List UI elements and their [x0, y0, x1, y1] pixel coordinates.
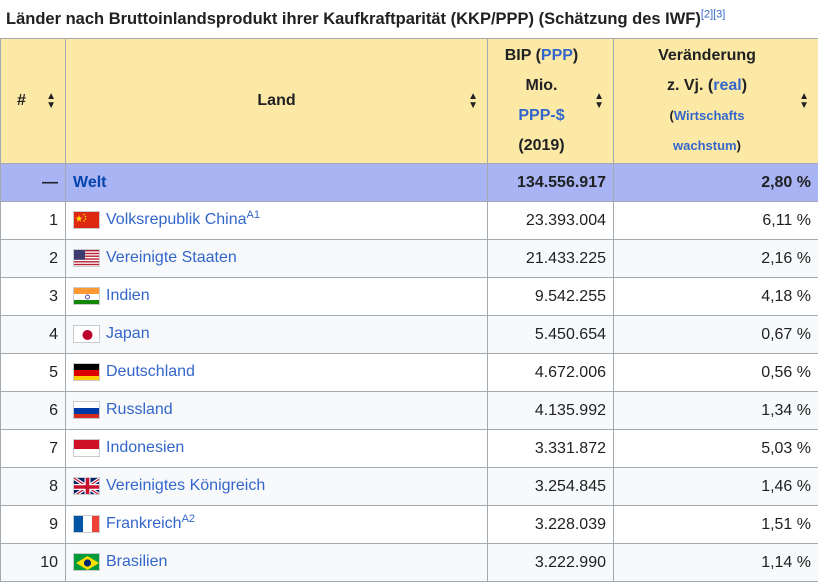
bip-cell: 4.672.006 [488, 354, 614, 392]
change-cell: 5,03 % [614, 430, 818, 468]
gdp-ppp-table: # ▲▼ Land ▲▼ BIP (PPP) Mio. PPP-$ (2019)… [0, 38, 818, 582]
country-cell: Brasilien [66, 544, 488, 582]
bip-cell: 21.433.225 [488, 240, 614, 278]
flag-in-icon[interactable] [73, 287, 100, 305]
reference-link-3[interactable]: [3] [713, 9, 725, 21]
rank-cell: 3 [1, 278, 66, 316]
country-link[interactable]: Brasilien [106, 554, 167, 571]
rank-cell: 8 [1, 468, 66, 506]
country-link-welt[interactable]: Welt [73, 174, 106, 191]
column-header-bip[interactable]: BIP (PPP) Mio. PPP-$ (2019) ▲▼ [488, 39, 614, 164]
bip-cell: 5.450.654 [488, 316, 614, 354]
ppp-dollar-link[interactable]: PPP-$ [518, 107, 564, 124]
rank-cell: 6 [1, 392, 66, 430]
country-link[interactable]: Japan [106, 326, 150, 343]
real-link[interactable]: real [713, 77, 741, 94]
bip-cell: 3.331.872 [488, 430, 614, 468]
annotation-link[interactable]: A1 [247, 209, 260, 221]
caption-refs: [2][3] [701, 9, 725, 21]
flag-de-icon[interactable] [73, 363, 100, 381]
bip-cell: 4.135.992 [488, 392, 614, 430]
change-cell: 0,67 % [614, 316, 818, 354]
rank-cell: 1 [1, 202, 66, 240]
table-row-world: — Welt 134.556.917 2,80 % [1, 164, 818, 202]
country-link[interactable]: Indien [106, 288, 150, 305]
rank-cell: 4 [1, 316, 66, 354]
country-cell: Vereinigtes Königreich [66, 468, 488, 506]
column-header-rank[interactable]: # ▲▼ [1, 39, 66, 164]
country-cell: Indonesien [66, 430, 488, 468]
sort-icon[interactable]: ▲▼ [468, 92, 478, 110]
country-cell: Deutschland [66, 354, 488, 392]
rank-cell: 9 [1, 506, 66, 544]
change-cell: 2,80 % [614, 164, 818, 202]
wirtschaftswachstum-link[interactable]: Wirtschafts [674, 108, 745, 123]
country-cell: Japan [66, 316, 488, 354]
change-cell: 0,56 % [614, 354, 818, 392]
rank-cell: 7 [1, 430, 66, 468]
rank-cell: — [1, 164, 66, 202]
bip-cell: 3.254.845 [488, 468, 614, 506]
sort-icon[interactable]: ▲▼ [46, 92, 56, 110]
annotation-link[interactable]: A2 [182, 513, 195, 525]
change-cell: 1,51 % [614, 506, 818, 544]
table-row: 5 Deutschland 4.672.0060,56 % [1, 354, 818, 392]
ppp-link[interactable]: PPP [541, 47, 573, 64]
country-link[interactable]: Vereinigtes Königreich [106, 478, 265, 495]
country-link[interactable]: Russland [106, 402, 173, 419]
flag-fr-icon[interactable] [73, 515, 100, 533]
bip-cell: 3.222.990 [488, 544, 614, 582]
country-cell: Russland [66, 392, 488, 430]
flag-us-icon[interactable] [73, 249, 100, 267]
sort-icon[interactable]: ▲▼ [799, 92, 809, 110]
bip-cell: 9.542.255 [488, 278, 614, 316]
country-link[interactable]: Vereinigte Staaten [106, 250, 237, 267]
flag-id-icon[interactable] [73, 439, 100, 457]
country-cell: Volksrepublik ChinaA1 [66, 202, 488, 240]
flag-br-icon[interactable] [73, 553, 100, 571]
country-link[interactable]: Volksrepublik China [106, 212, 247, 229]
wirtschaftswachstum-link-2[interactable]: wachstum [673, 138, 737, 153]
flag-jp-icon[interactable] [73, 325, 100, 343]
country-link[interactable]: Indonesien [106, 440, 184, 457]
table-row: 9FrankreichA23.228.0391,51 % [1, 506, 818, 544]
bip-cell: 3.228.039 [488, 506, 614, 544]
change-cell: 1,46 % [614, 468, 818, 506]
table-row: 1Volksrepublik ChinaA123.393.0046,11 % [1, 202, 818, 240]
flag-ru-icon[interactable] [73, 401, 100, 419]
change-cell: 1,14 % [614, 544, 818, 582]
rank-cell: 2 [1, 240, 66, 278]
change-cell: 1,34 % [614, 392, 818, 430]
table-row: 7 Indonesien 3.331.8725,03 % [1, 430, 818, 468]
caption-title: Länder nach Bruttoinlandsprodukt ihrer K… [6, 10, 701, 28]
table-caption: Länder nach Bruttoinlandsprodukt ihrer K… [0, 0, 818, 38]
sort-icon[interactable]: ▲▼ [594, 92, 604, 110]
flag-cn-icon[interactable] [73, 211, 100, 229]
bip-cell: 23.393.004 [488, 202, 614, 240]
table-row: 4 Japan 5.450.6540,67 % [1, 316, 818, 354]
column-header-change[interactable]: Veränderung z. Vj. (real) (Wirtschafts w… [614, 39, 818, 164]
change-cell: 6,11 % [614, 202, 818, 240]
change-cell: 2,16 % [614, 240, 818, 278]
table-row: 10 Brasilien 3.222.9901,14 % [1, 544, 818, 582]
reference-link-2[interactable]: [2] [701, 9, 713, 21]
table-row: 8 Vereinigtes Königreich 3.254.8451,46 % [1, 468, 818, 506]
bip-cell: 134.556.917 [488, 164, 614, 202]
change-cell: 4,18 % [614, 278, 818, 316]
country-link[interactable]: Frankreich [106, 516, 182, 533]
flag-gb-icon[interactable] [73, 477, 100, 495]
table-row: 3 Indien 9.542.2554,18 % [1, 278, 818, 316]
country-cell: Indien [66, 278, 488, 316]
country-cell: Vereinigte Staaten [66, 240, 488, 278]
country-link[interactable]: Deutschland [106, 364, 195, 381]
country-cell: FrankreichA2 [66, 506, 488, 544]
column-header-land[interactable]: Land ▲▼ [66, 39, 488, 164]
table-row: 2 Vereinigte Staaten 21.433.2252,16 % [1, 240, 818, 278]
rank-cell: 5 [1, 354, 66, 392]
rank-cell: 10 [1, 544, 66, 582]
table-row: 6 Russland 4.135.9921,34 % [1, 392, 818, 430]
